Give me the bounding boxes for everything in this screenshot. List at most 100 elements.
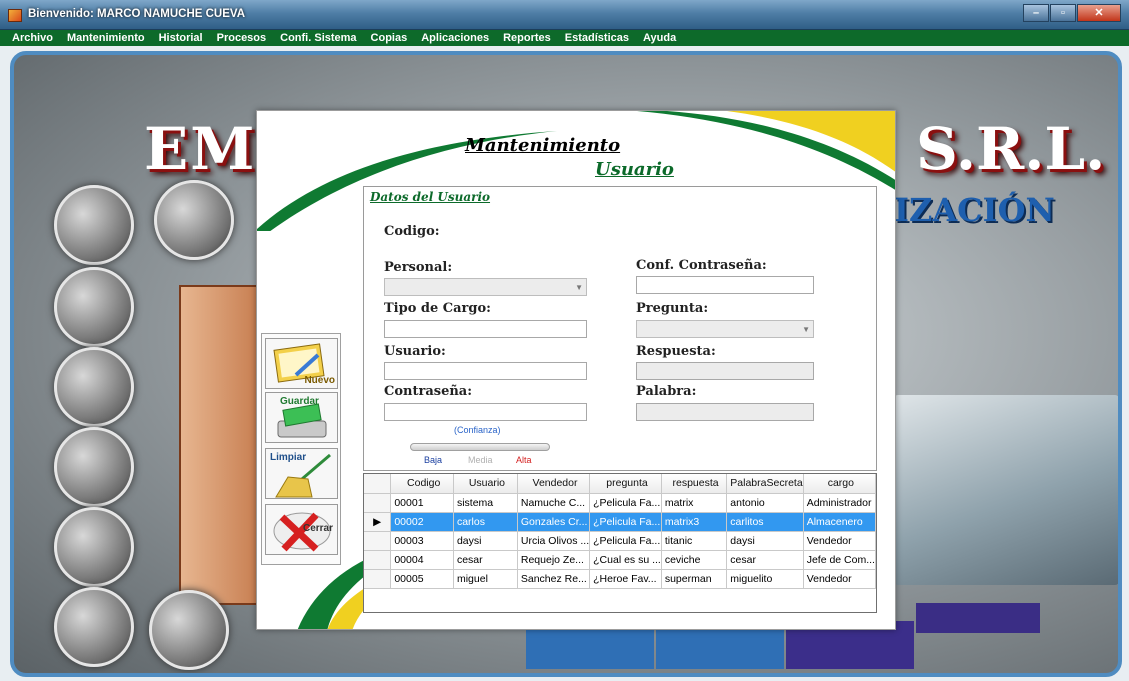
table-cell[interactable]: 00004 [390,550,454,570]
window-title: Bienvenido: MARCO NAMUCHE CUEVA [28,8,246,20]
table-cell[interactable]: Urcia Olivos ... [517,531,591,551]
table-row[interactable]: 00001 sistema Namuche C... ¿Pelicula Fa... m… [364,493,877,513]
table-cell[interactable]: ¿Heroe Fav... [589,569,662,589]
column-header[interactable]: pregunta [589,474,662,494]
cerrar-button[interactable]: Cerrar [265,504,338,555]
table-cell[interactable]: titanic [661,531,728,551]
column-header[interactable]: cargo [803,474,877,494]
menu-bar: Archivo Mantenimiento Historial Procesos… [0,30,1129,46]
menu-archivo[interactable]: Archivo [12,32,53,44]
pregunta-select[interactable]: ▼ [636,320,814,338]
table-cell[interactable]: antonio [726,493,804,513]
menu-reportes[interactable]: Reportes [503,32,551,44]
conf-contrasena-label: Conf. Contraseña: [636,258,767,273]
pregunta-label: Pregunta: [636,301,709,316]
table-cell[interactable]: Requejo Ze... [517,550,591,570]
table-cell[interactable]: 00003 [390,531,454,551]
usuario-field[interactable] [384,362,587,380]
tool-photo-circle [54,347,134,427]
limpiar-button[interactable]: Limpiar [265,448,338,499]
codigo-label: Codigo: [384,224,440,239]
menu-mantenimiento[interactable]: Mantenimiento [67,32,145,44]
menu-historial[interactable]: Historial [159,32,203,44]
menu-copias[interactable]: Copias [371,32,408,44]
tool-photo-circle [149,590,229,670]
table-cell[interactable]: Jefe de Com... [803,550,877,570]
table-cell[interactable]: cesar [453,550,518,570]
conf-contrasena-field[interactable] [636,276,814,294]
maximize-button[interactable]: ▫ [1050,4,1076,22]
close-window-button[interactable]: ✕ [1077,4,1121,22]
table-cell[interactable]: ¿Pelicula Fa... [589,493,662,513]
column-header[interactable]: Codigo [390,474,454,494]
row-header[interactable] [364,550,392,570]
cerrar-button-label: Cerrar [302,523,333,534]
personal-select[interactable]: ▼ [384,278,587,296]
menu-procesos[interactable]: Procesos [217,32,267,44]
guardar-button[interactable]: Guardar [265,392,338,443]
minimize-button[interactable]: – [1023,4,1049,22]
menu-aplicaciones[interactable]: Aplicaciones [421,32,489,44]
tool-photo-circle [54,185,134,265]
user-data-group: Datos del Usuario Codigo: Personal: ▼ Ti… [363,186,877,471]
table-cell[interactable]: Vendedor [803,531,877,551]
dialog-subheading: Usuario [595,159,674,180]
menu-estadisticas[interactable]: Estadísticas [565,32,629,44]
strength-high-label: Alta [516,455,532,465]
column-header[interactable]: PalabraSecreta [726,474,804,494]
table-cell[interactable]: matrix3 [661,512,728,532]
column-header[interactable]: Usuario [453,474,518,494]
tipo-cargo-field[interactable] [384,320,587,338]
table-cell[interactable]: Gonzales Cr... [517,512,591,532]
table-cell[interactable]: carlos [453,512,518,532]
table-cell[interactable]: 00005 [390,569,454,589]
row-header[interactable] [364,531,392,551]
chevron-down-icon: ▼ [802,325,810,334]
row-header[interactable] [364,569,392,589]
contrasena-label: Contraseña: [384,384,473,399]
dialog-heading: Mantenimiento [465,135,621,156]
table-cell[interactable]: Administrador [803,493,877,513]
column-header[interactable]: Vendedor [517,474,591,494]
table-cell[interactable]: ¿Pelicula Fa... [589,512,662,532]
limpiar-button-label: Limpiar [270,452,307,463]
table-row[interactable]: 00004 cesar Requejo Ze... ¿Cual es su ... ce… [364,550,877,570]
tool-photo-circle [54,507,134,587]
table-cell[interactable]: sistema [453,493,518,513]
table-cell[interactable]: cesar [726,550,804,570]
table-cell[interactable]: matrix [661,493,728,513]
table-cell[interactable]: ¿Cual es su ... [589,550,662,570]
nuevo-button[interactable]: Nuevo [265,338,338,389]
table-cell[interactable]: daysi [726,531,804,551]
table-row[interactable]: 00003 daysi Urcia Olivos ... ¿Pelicula Fa..… [364,531,877,551]
table-cell[interactable]: Namuche C... [517,493,591,513]
menu-ayuda[interactable]: Ayuda [643,32,676,44]
table-cell[interactable]: daysi [453,531,518,551]
palabra-label: Palabra: [636,384,697,399]
chevron-down-icon: ▼ [575,283,583,292]
table-row[interactable]: ▶ 00002 carlos Gonzales Cr... ¿Pelicula Fa..… [364,512,877,532]
table-cell[interactable]: ¿Pelicula Fa... [589,531,662,551]
table-cell[interactable]: Vendedor [803,569,877,589]
user-maintenance-dialog: Mantenimiento Usuario Nuevo Guardar Limp… [256,110,896,630]
table-cell[interactable]: superman [661,569,728,589]
nuevo-button-label: Nuevo [304,375,335,386]
table-row[interactable]: 00005 miguel Sanchez Re... ¿Heroe Fav... sup… [364,569,877,589]
table-cell[interactable]: carlitos [726,512,804,532]
strength-medium-label: Media [468,455,493,465]
row-header[interactable] [364,493,392,513]
current-row-arrow-icon[interactable]: ▶ [364,512,392,532]
respuesta-field[interactable] [636,362,814,380]
table-cell[interactable]: Sanchez Re... [517,569,591,589]
table-cell[interactable]: 00001 [390,493,454,513]
column-header[interactable]: respuesta [661,474,728,494]
table-cell[interactable]: miguelito [726,569,804,589]
table-cell[interactable]: ceviche [661,550,728,570]
contrasena-field[interactable] [384,403,587,421]
menu-confi-sistema[interactable]: Confi. Sistema [280,32,356,44]
users-data-grid[interactable]: Codigo Usuario Vendedor pregunta respues… [363,473,877,613]
palabra-field[interactable] [636,403,814,421]
table-cell[interactable]: 00002 [390,512,454,532]
table-cell[interactable]: miguel [453,569,518,589]
table-cell[interactable]: Almacenero [803,512,877,532]
